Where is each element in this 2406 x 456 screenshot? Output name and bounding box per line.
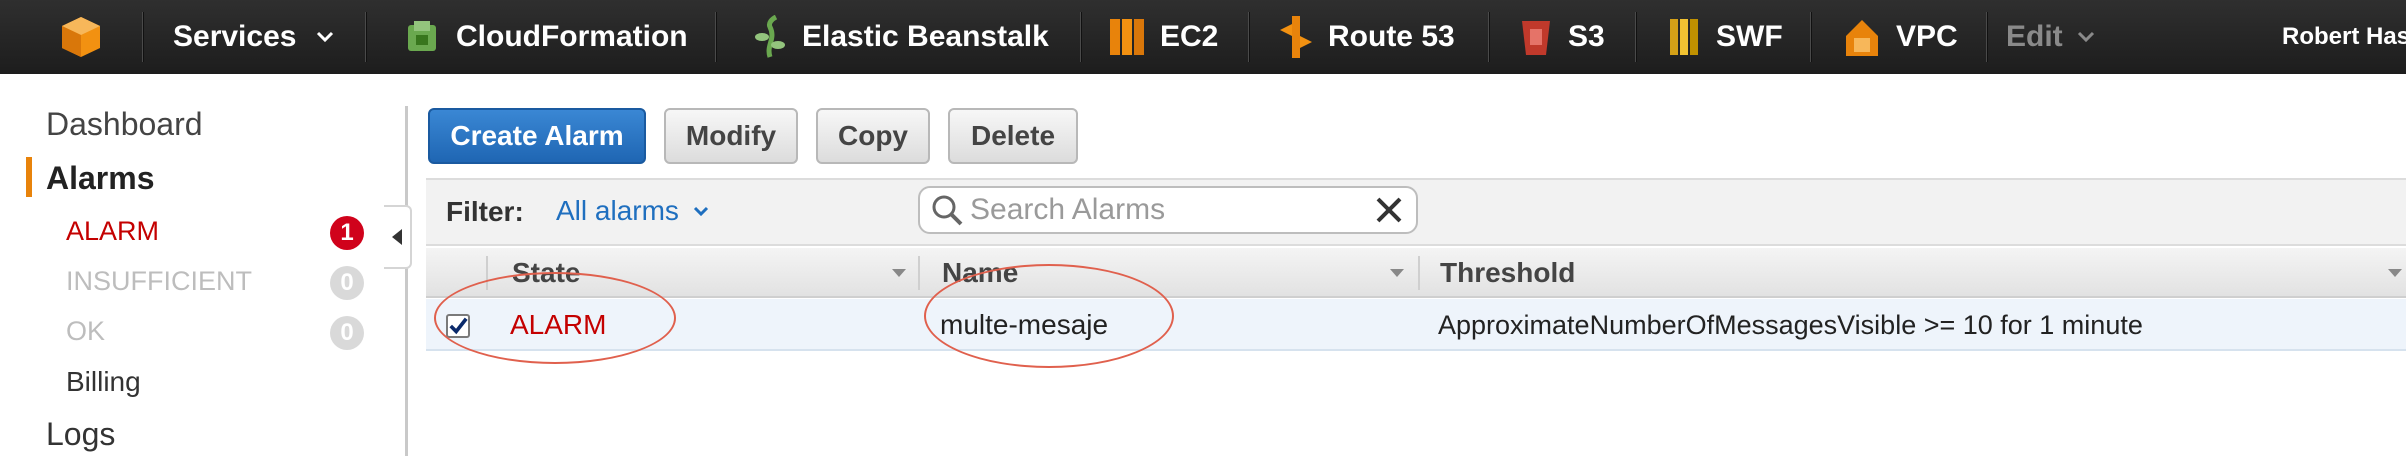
nav-item-vpc[interactable]: VPC (1842, 0, 1958, 74)
nav-item-label: Route 53 (1328, 20, 1455, 53)
cloudwatch-console: Services CloudFormation Elastic Beanstal… (0, 0, 2406, 456)
edit-menu[interactable]: Edit (2006, 0, 2095, 74)
nav-item-label: EC2 (1160, 20, 1219, 53)
nav-item-route53[interactable]: Route 53 (1278, 0, 1455, 74)
sidebar-item-dashboard[interactable]: Dashboard (46, 106, 203, 143)
row-threshold: ApproximateNumberOfMessagesVisible >= 10… (1438, 309, 2143, 340)
chevron-down-icon (317, 31, 334, 43)
swf-icon (1670, 19, 1698, 55)
search-icon (932, 195, 963, 226)
route53-icon (1280, 16, 1312, 58)
aws-logo-icon[interactable] (58, 0, 104, 74)
nav-item-cloudformation[interactable]: CloudFormation (402, 0, 688, 74)
alarm-count-badge: 1 (330, 216, 364, 250)
nav-item-label: S3 (1568, 20, 1605, 53)
elastic-beanstalk-icon (755, 15, 785, 58)
filter-dropdown[interactable]: All alarms (556, 194, 709, 228)
sidebar-item-logs[interactable]: Logs (46, 416, 115, 453)
s3-icon (1522, 21, 1550, 55)
ok-count-badge: 0 (330, 316, 364, 350)
user-menu[interactable]: Robert Has (2282, 0, 2406, 74)
nav-item-label: SWF (1716, 20, 1783, 53)
sidebar-item-alarm-state-insufficient[interactable]: INSUFFICIENT (66, 266, 252, 297)
row-checkbox[interactable] (446, 314, 470, 338)
top-navigation-bar: Services CloudFormation Elastic Beanstal… (0, 0, 2406, 74)
active-indicator (26, 157, 32, 197)
chevron-down-icon (2077, 31, 2094, 43)
nav-item-label: Elastic Beanstalk (802, 20, 1049, 53)
user-name: Robert Has (2282, 23, 2406, 50)
column-header-threshold[interactable]: Threshold (1440, 248, 1575, 298)
chevron-down-icon (693, 206, 708, 216)
nav-item-ec2[interactable]: EC2 (1108, 0, 1218, 74)
ec2-icon (1110, 19, 1144, 55)
filter-label: Filter: (446, 196, 524, 227)
sort-icon[interactable] (892, 269, 906, 277)
sidebar-item-alarms[interactable]: Alarms (46, 160, 155, 197)
nav-item-elastic-beanstalk[interactable]: Elastic Beanstalk (752, 0, 1049, 74)
nav-item-label: VPC (1896, 20, 1958, 53)
sidebar-item-alarm-state-alarm[interactable]: ALARM (66, 216, 159, 247)
delete-button[interactable]: Delete (948, 108, 1078, 164)
sidebar-item-billing[interactable]: Billing (66, 366, 141, 398)
nav-item-s3[interactable]: S3 (1518, 0, 1605, 74)
checkmark-icon (449, 317, 468, 335)
column-header-state[interactable]: State (512, 248, 580, 298)
nav-item-label: CloudFormation (456, 20, 688, 53)
modify-button[interactable]: Modify (664, 108, 798, 164)
insufficient-count-badge: 0 (330, 266, 364, 300)
filter-value: All alarms (556, 195, 679, 226)
sidebar-divider (405, 106, 408, 456)
column-header-name[interactable]: Name (942, 248, 1018, 298)
sort-icon[interactable] (1390, 269, 1404, 277)
sort-icon[interactable] (2388, 269, 2402, 277)
clear-search-icon[interactable] (1374, 195, 1404, 225)
edit-label: Edit (2006, 20, 2063, 53)
services-label: Services (173, 20, 297, 53)
alarms-table-header (426, 248, 2406, 298)
nav-item-swf[interactable]: SWF (1666, 0, 1783, 74)
search-placeholder: Search Alarms (970, 193, 1166, 226)
row-state: ALARM (510, 309, 607, 340)
copy-button[interactable]: Copy (816, 108, 930, 164)
cloudformation-icon (408, 21, 436, 51)
services-menu[interactable]: Services (173, 0, 334, 74)
row-name[interactable]: multe-mesaje (940, 299, 1108, 351)
vpc-icon (1846, 20, 1878, 56)
search-alarms-field[interactable]: Search Alarms (918, 186, 1418, 234)
caret-left-icon (392, 229, 402, 245)
create-alarm-button[interactable]: Create Alarm (428, 108, 646, 164)
collapse-sidebar-button[interactable] (384, 205, 412, 269)
sidebar-item-alarm-state-ok[interactable]: OK (66, 316, 105, 347)
